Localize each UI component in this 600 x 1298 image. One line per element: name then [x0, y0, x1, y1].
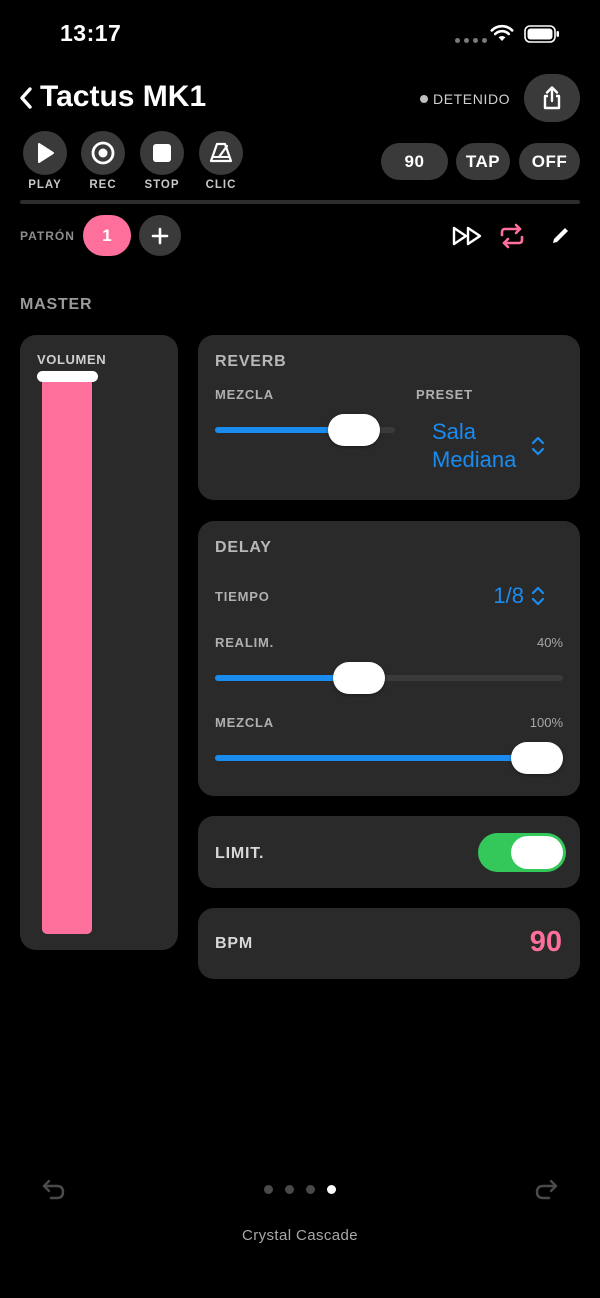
wifi-icon: [490, 24, 514, 47]
delay-feedback-label: REALIM.: [215, 635, 275, 650]
page-dot[interactable]: [264, 1185, 273, 1194]
volume-fill: [42, 372, 92, 934]
stop-icon: [153, 144, 171, 162]
play-label: PLAY: [28, 179, 62, 191]
page-dot[interactable]: [306, 1185, 315, 1194]
cellular-signal-icon: [455, 38, 487, 43]
undo-icon[interactable]: [40, 1177, 68, 1208]
pattern-1-button[interactable]: 1: [83, 215, 131, 256]
limiter-toggle[interactable]: [478, 833, 566, 872]
toggle-knob: [511, 836, 563, 869]
redo-icon[interactable]: [532, 1177, 560, 1208]
volume-handle[interactable]: [37, 371, 98, 382]
footer-label: Crystal Cascade: [241, 1227, 359, 1244]
play-icon: [38, 143, 54, 163]
delay-feedback-slider[interactable]: [215, 675, 563, 681]
share-button[interactable]: [524, 74, 580, 122]
delay-title: DELAY: [215, 539, 272, 556]
tap-tempo-button[interactable]: TAP: [456, 143, 510, 180]
metronome-icon: [209, 142, 233, 163]
bpm-value[interactable]: 90: [490, 926, 562, 959]
play-button[interactable]: [23, 131, 67, 175]
page-title: Tactus MK1: [40, 80, 207, 113]
record-icon: [91, 141, 115, 165]
updown-chevron-icon[interactable]: [530, 584, 546, 613]
reverb-preset-select[interactable]: Sala Mediana: [432, 418, 516, 474]
reverb-preset-line2: Mediana: [432, 447, 517, 472]
page-indicator[interactable]: [264, 1185, 336, 1194]
volume-slider[interactable]: [42, 372, 92, 934]
status-time: 13:17: [60, 20, 122, 46]
reverb-title: REVERB: [215, 353, 287, 370]
metronome-toggle-button[interactable]: OFF: [519, 143, 580, 180]
metronome-button[interactable]: [199, 131, 243, 175]
loop-icon[interactable]: [498, 222, 526, 255]
plus-icon: [151, 227, 169, 244]
divider: [20, 200, 580, 204]
pattern-label: PATRÓN: [20, 229, 75, 243]
delay-mix-fill: [215, 755, 537, 761]
reverb-preset-label: PRESET: [416, 387, 473, 402]
fast-forward-icon[interactable]: [451, 224, 485, 253]
record-label: REC: [89, 179, 117, 191]
bpm-label: BPM: [215, 935, 253, 952]
battery-icon: [524, 25, 560, 43]
delay-feedback-thumb[interactable]: [333, 662, 386, 694]
tempo-button[interactable]: 90: [381, 143, 448, 180]
share-icon: [543, 86, 561, 110]
metronome-label: CLIC: [205, 179, 237, 191]
master-section-title: MASTER: [20, 296, 93, 313]
delay-feedback-value: 40%: [536, 635, 563, 650]
reverb-mix-label: MEZCLA: [215, 387, 274, 402]
delay-mix-label: MEZCLA: [215, 715, 274, 730]
delay-mix-value: 100%: [529, 715, 563, 730]
status-dot-icon: [420, 95, 428, 103]
limiter-label: LIMIT.: [215, 845, 265, 862]
reverb-mix-thumb[interactable]: [328, 414, 381, 446]
stop-label: STOP: [144, 179, 180, 191]
back-chevron-icon[interactable]: [18, 86, 34, 115]
pencil-icon[interactable]: [549, 225, 571, 252]
updown-chevron-icon[interactable]: [530, 434, 546, 463]
record-button[interactable]: [81, 131, 125, 175]
delay-time-value[interactable]: 1/8: [470, 583, 524, 609]
stop-button[interactable]: [140, 131, 184, 175]
delay-mix-thumb[interactable]: [511, 742, 563, 774]
page-dot[interactable]: [285, 1185, 294, 1194]
page-dot[interactable]: [327, 1185, 336, 1194]
playback-status: DETENIDO: [433, 91, 511, 107]
add-pattern-button[interactable]: [139, 215, 181, 256]
delay-time-label: TIEMPO: [215, 589, 270, 604]
volume-label: VOLUMEN: [37, 352, 107, 367]
reverb-preset-line1: Sala: [432, 419, 477, 444]
